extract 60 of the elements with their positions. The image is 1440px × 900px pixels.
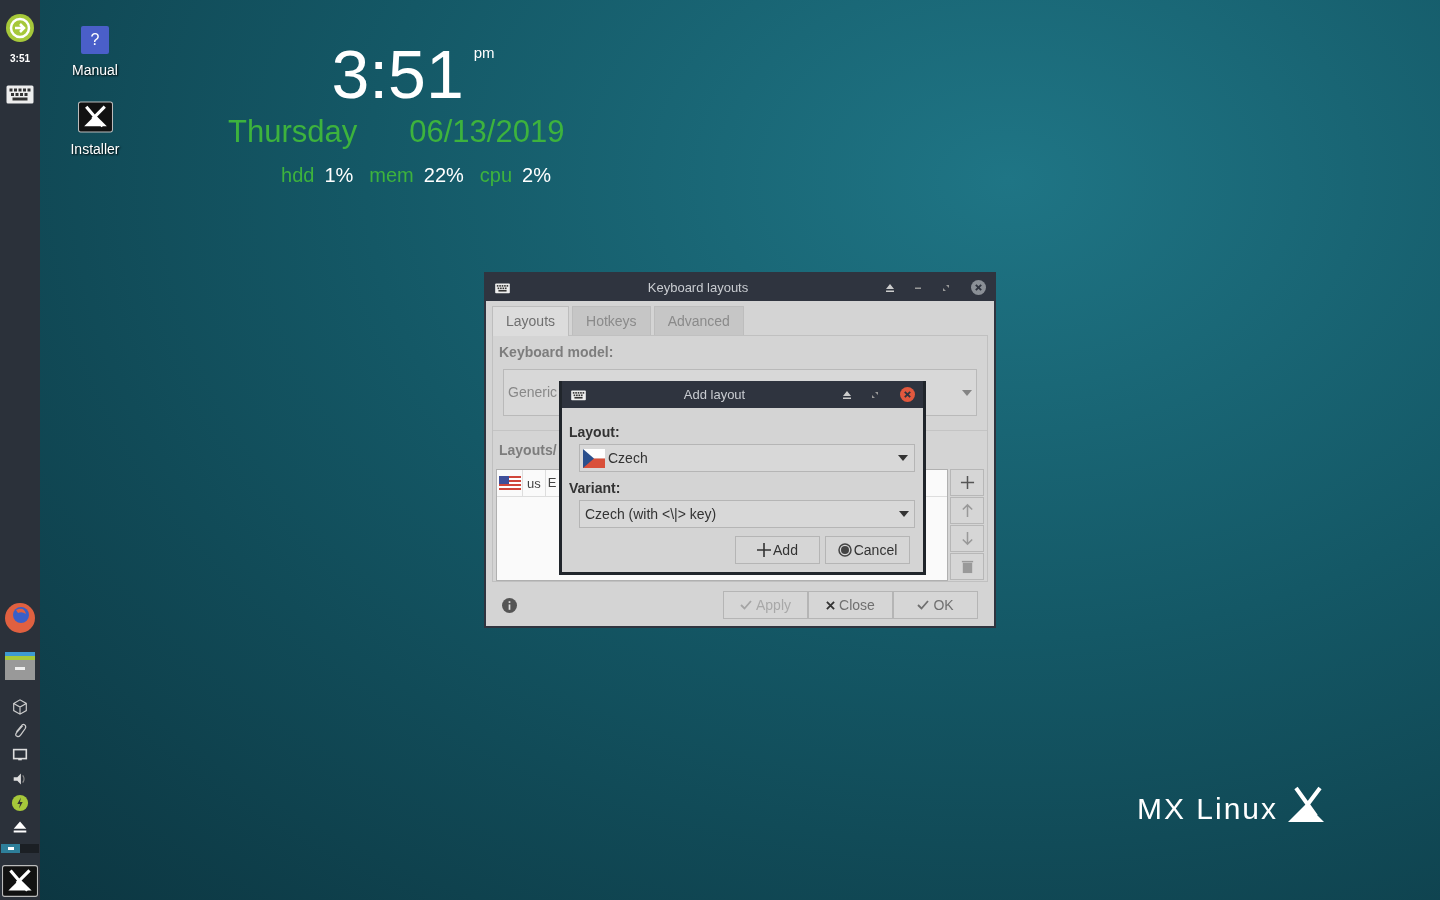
stat-value: 22% (423, 163, 464, 188)
field-label: Layout: (569, 423, 620, 442)
close-icon[interactable] (900, 387, 915, 402)
close-icon (826, 600, 836, 610)
eject-icon[interactable] (885, 282, 895, 293)
variant-dropdown[interactable]: Czech (with <\|> key) (579, 500, 915, 528)
layout-dropdown[interactable]: Czech (579, 444, 915, 472)
dialog-button[interactable]: Add (735, 536, 820, 564)
flag-icon (583, 448, 605, 468)
cancel-icon (837, 543, 852, 557)
keyboard-icon (494, 281, 511, 294)
date-text: 06/13/2019 (409, 114, 565, 150)
check-icon (917, 600, 930, 610)
logo-text: MX Linux (1137, 794, 1279, 824)
installer-icon[interactable] (77, 101, 113, 133)
plus-icon (757, 543, 772, 557)
window-title: Keyboard layouts (646, 278, 750, 297)
file-manager-icon[interactable] (4, 650, 36, 682)
info-icon[interactable] (502, 597, 517, 613)
trash-icon (959, 559, 975, 574)
clock-time: 3:51 (331, 35, 464, 114)
table-cell-text: E (546, 474, 558, 493)
desktop-icon-label[interactable]: Installer (70, 139, 120, 160)
dialog-button[interactable]: Cancel (825, 536, 910, 564)
eject-icon[interactable] (842, 389, 852, 400)
stat-label: cpu (479, 163, 513, 188)
desktop-icon-label[interactable]: Manual (72, 60, 118, 81)
maximize-icon[interactable] (870, 389, 880, 400)
window-title: Add layout (682, 385, 747, 404)
weekday-text: Thursday (228, 114, 358, 150)
logout-icon[interactable] (5, 13, 35, 43)
close-icon[interactable] (971, 280, 986, 295)
help-icon[interactable]: ? (81, 26, 109, 54)
stat-value: 1% (324, 163, 354, 188)
package-icon[interactable] (11, 698, 29, 716)
panel-clock[interactable]: 3:51 (10, 51, 30, 66)
power-icon[interactable] (11, 794, 29, 812)
stat-value: 2% (522, 163, 551, 188)
dropdown-arrow-icon[interactable] (899, 511, 909, 517)
logo-icon (1286, 786, 1327, 824)
flag-icon (498, 476, 521, 490)
stat-label: mem (369, 163, 414, 188)
dialog-button[interactable]: Close (808, 591, 893, 619)
field-label: Variant: (569, 479, 621, 498)
field-label: Keyboard model: (499, 343, 614, 362)
dialog-button[interactable]: OK (893, 591, 978, 619)
start-menu-icon[interactable] (2, 865, 38, 897)
maximize-icon[interactable] (941, 282, 951, 293)
add-icon (959, 475, 975, 490)
add-button[interactable] (950, 469, 984, 496)
dropdown-arrow-icon[interactable] (898, 455, 908, 461)
browser-icon[interactable] (4, 602, 36, 634)
clock-meridiem: pm (473, 43, 495, 63)
check-icon (740, 600, 752, 610)
keyboard-icon (570, 388, 587, 401)
tab[interactable]: Layouts (492, 306, 570, 336)
workspace-button[interactable] (1, 844, 20, 853)
field-label: Layouts/ (499, 441, 557, 460)
stat-label: hdd (281, 163, 315, 188)
table-cell: us (523, 469, 546, 497)
